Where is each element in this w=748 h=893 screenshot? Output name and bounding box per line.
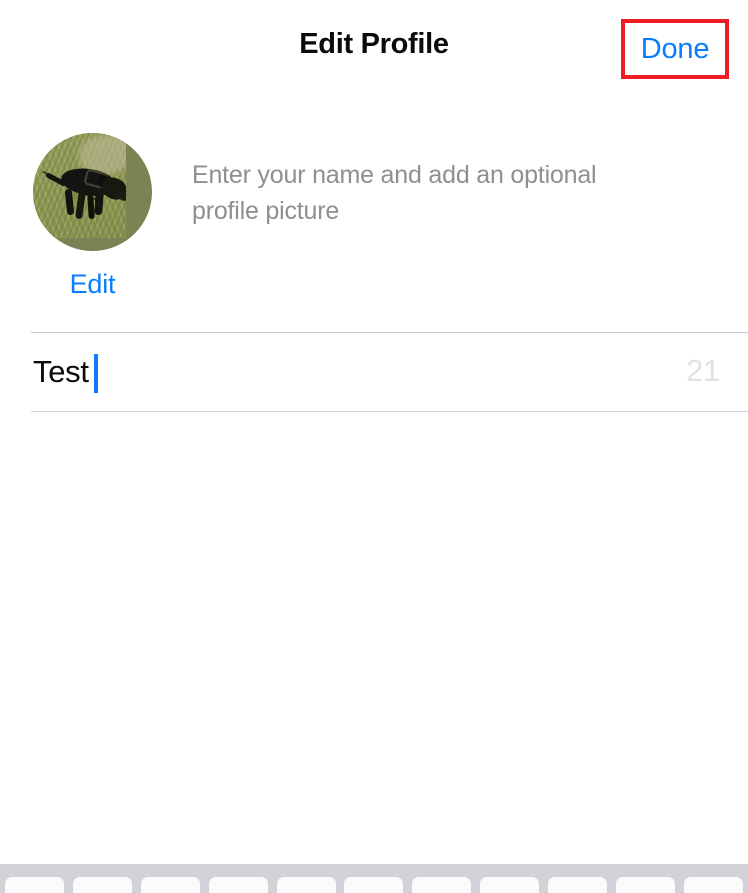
name-input[interactable] (33, 352, 593, 392)
keyboard-key[interactable] (5, 877, 64, 893)
avatar-circle[interactable] (33, 133, 152, 251)
dog-photo-avatar-icon (33, 133, 126, 238)
keyboard-key[interactable] (548, 877, 608, 893)
content-area (0, 412, 748, 864)
keyboard-key[interactable] (140, 877, 200, 893)
text-cursor (94, 354, 98, 393)
keyboard-key[interactable] (344, 877, 404, 893)
done-button[interactable]: Done (625, 23, 725, 75)
on-screen-keyboard[interactable] (0, 864, 748, 893)
avatar[interactable] (33, 133, 152, 251)
keyboard-key[interactable] (208, 877, 268, 893)
dog-leg (94, 190, 104, 216)
edit-avatar-link[interactable]: Edit (33, 269, 152, 300)
name-field-row[interactable]: 21 (0, 333, 748, 411)
navigation-bar: Edit Profile Done (0, 0, 748, 98)
keyboard-key[interactable] (480, 877, 540, 893)
keyboard-key[interactable] (616, 877, 676, 893)
keyboard-key[interactable] (276, 877, 336, 893)
profile-description: Enter your name and add an optional prof… (192, 161, 597, 225)
keyboard-key[interactable] (683, 877, 743, 893)
keyboard-key[interactable] (412, 877, 472, 893)
character-counter: 21 (686, 353, 720, 388)
keyboard-key[interactable] (72, 877, 132, 893)
keyboard-top-row[interactable] (0, 877, 748, 893)
